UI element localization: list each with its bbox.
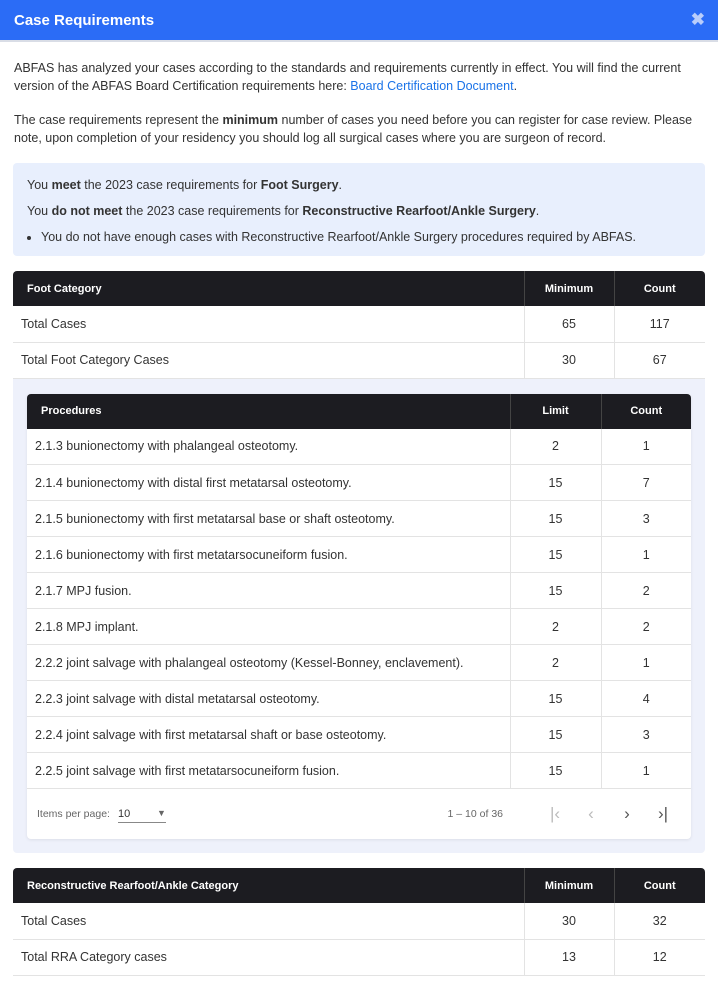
col-header: Minimum	[523, 271, 614, 306]
row-minimum: 15	[509, 680, 601, 717]
table-row: 2.2.2 joint salvage with phalangeal oste…	[27, 644, 691, 681]
intro-text: ABFAS has analyzed your cases according …	[14, 61, 681, 93]
row-minimum: 15	[509, 500, 601, 537]
row-label: 2.2.2 joint salvage with phalangeal oste…	[27, 644, 510, 681]
row-minimum: 15	[509, 536, 601, 573]
col-header: Procedures	[27, 393, 510, 429]
table-row: 2.2.4 joint salvage with first metatarsa…	[27, 716, 691, 753]
row-minimum: 15	[509, 464, 601, 501]
paginator: Items per page: 10 ▼ 1 – 10 of 36 |‹ ‹ › …	[27, 789, 691, 839]
row-count: 67	[613, 342, 705, 379]
col-header: Limit	[509, 393, 601, 429]
procedures-table: Procedures Limit Count 2.1.3 bunionectom…	[27, 393, 691, 839]
col-header: Count	[613, 868, 705, 903]
row-minimum: 15	[509, 572, 601, 609]
table-row: 2.1.6 bunionectomy with first metatarsoc…	[27, 536, 691, 573]
row-minimum: 15	[509, 716, 601, 753]
next-page-icon[interactable]: ›	[609, 804, 645, 824]
row-count: 2	[600, 572, 691, 609]
row-label: Total Foot Category Cases	[13, 342, 524, 379]
row-label: Total Cases	[13, 903, 524, 940]
intro-paragraph: ABFAS has analyzed your cases according …	[14, 59, 704, 95]
col-header: Minimum	[523, 868, 614, 903]
row-label: 2.1.3 bunionectomy with phalangeal osteo…	[27, 428, 510, 465]
table-row: Total Cases 30 32	[13, 903, 705, 940]
row-label: Total RRA Category cases	[13, 939, 524, 976]
col-header: Foot Category	[13, 271, 524, 306]
row-label: 2.1.6 bunionectomy with first metatarsoc…	[27, 536, 510, 573]
rra-category-table: Reconstructive Rearfoot/Ankle Category M…	[13, 868, 705, 976]
dropdown-arrow-icon: ▼	[157, 807, 166, 818]
foot-category-table: Foot Category Minimum Count Total Cases 6…	[13, 271, 705, 379]
status-meet: You meet the 2023 case requirements for …	[27, 178, 343, 192]
row-label: 2.1.4 bunionectomy with distal first met…	[27, 464, 510, 501]
dialog-header: Case Requirements ✖	[0, 0, 718, 42]
table-row: 2.1.4 bunionectomy with distal first met…	[27, 464, 691, 501]
last-page-icon[interactable]: ›|	[645, 804, 681, 824]
text-bold: minimum	[222, 113, 279, 127]
close-icon[interactable]: ✖	[691, 10, 705, 30]
row-minimum: 2	[509, 644, 601, 681]
items-per-page-label: Items per page:	[37, 808, 110, 820]
text: The case requirements represent the	[14, 113, 223, 127]
previous-page-icon[interactable]: ‹	[573, 804, 609, 824]
first-page-icon[interactable]: |‹	[537, 804, 573, 824]
procedures-panel: Procedures Limit Count 2.1.3 bunionectom…	[13, 378, 705, 853]
row-minimum: 2	[509, 428, 601, 465]
row-label: 2.1.8 MPJ implant.	[27, 608, 510, 645]
row-count: 3	[600, 500, 691, 537]
row-count: 32	[613, 903, 705, 940]
row-label: 2.1.7 MPJ fusion.	[27, 572, 510, 609]
row-label: 2.2.4 joint salvage with first metatarsa…	[27, 716, 510, 753]
row-minimum: 13	[523, 939, 614, 976]
board-certification-link[interactable]: Board Certification Document	[350, 79, 513, 93]
row-minimum: 30	[523, 342, 614, 379]
table-row: 2.1.7 MPJ fusion. 15 2	[27, 572, 691, 609]
row-label: 2.1.5 bunionectomy with first metatarsal…	[27, 500, 510, 537]
col-header: Reconstructive Rearfoot/Ankle Category	[13, 868, 524, 903]
table-row: 2.2.3 joint salvage with distal metatars…	[27, 680, 691, 717]
row-count: 1	[600, 752, 691, 789]
status-bullet: You do not have enough cases with Recons…	[41, 228, 691, 246]
items-per-page-select[interactable]: 10 ▼	[117, 806, 166, 823]
row-minimum: 15	[509, 752, 601, 789]
requirements-paragraph: The case requirements represent the mini…	[14, 111, 704, 147]
dialog-title: Case Requirements	[14, 11, 155, 29]
page-range: 1 – 10 of 36	[447, 808, 503, 820]
table-row: Total Foot Category Cases 30 67	[13, 342, 705, 379]
row-minimum: 2	[509, 608, 601, 645]
row-label: Total Cases	[13, 306, 524, 343]
row-count: 1	[600, 536, 691, 573]
row-count: 1	[600, 644, 691, 681]
row-count: 7	[600, 464, 691, 501]
col-header: Count	[600, 393, 691, 429]
row-minimum: 30	[523, 903, 614, 940]
row-minimum: 65	[523, 306, 614, 343]
row-label: 2.2.5 joint salvage with first metatarso…	[27, 752, 510, 789]
table-row: 2.1.3 bunionectomy with phalangeal osteo…	[27, 428, 691, 465]
row-count: 4	[600, 680, 691, 717]
status-not-meet: You do not meet the 2023 case requiremen…	[27, 204, 540, 218]
table-row: Total RRA Category cases 13 12	[13, 939, 705, 976]
table-row: 2.1.8 MPJ implant. 2 2	[27, 608, 691, 645]
row-count: 3	[600, 716, 691, 753]
status-box: You meet the 2023 case requirements for …	[13, 163, 705, 256]
row-count: 12	[613, 939, 705, 976]
row-count: 2	[600, 608, 691, 645]
table-row: Total Cases 65 117	[13, 306, 705, 343]
intro-text-end: .	[513, 79, 518, 93]
row-count: 117	[613, 306, 705, 343]
row-label: 2.2.3 joint salvage with distal metatars…	[27, 680, 510, 717]
table-row: 2.2.5 joint salvage with first metatarso…	[27, 752, 691, 789]
col-header: Count	[613, 271, 705, 306]
row-count: 1	[600, 428, 691, 465]
table-row: 2.1.5 bunionectomy with first metatarsal…	[27, 500, 691, 537]
